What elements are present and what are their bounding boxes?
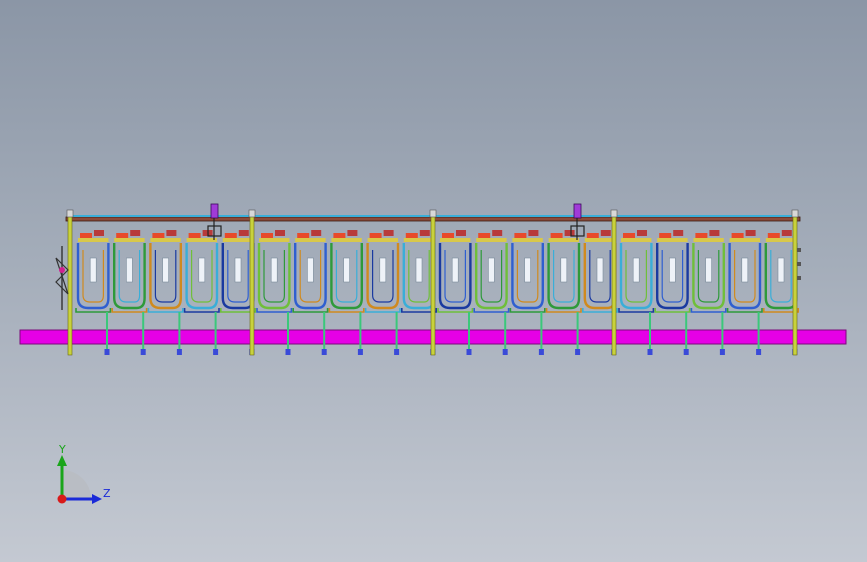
cad-viewport[interactable]: Y Z <box>0 0 867 562</box>
x-axis-dot <box>57 494 67 504</box>
orientation-triad: Y Z <box>57 443 111 504</box>
z-axis-arrowhead <box>92 494 102 504</box>
z-axis-label: Z <box>103 487 111 500</box>
y-axis-label: Y <box>58 443 66 456</box>
y-axis-arrowhead <box>57 455 67 466</box>
triad-quadrant <box>62 470 91 499</box>
